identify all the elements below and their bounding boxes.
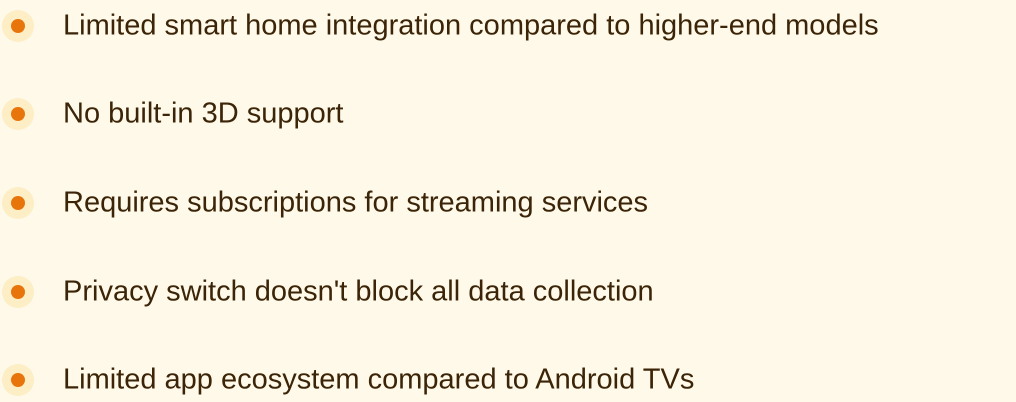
bullet-dot-icon: [2, 10, 34, 42]
list-item-text: Privacy switch doesn't block all data co…: [63, 275, 654, 308]
bullet-dot-icon: [2, 187, 34, 219]
list-item-text: Limited smart home integration compared …: [63, 9, 879, 42]
bullet-dot-icon: [2, 98, 34, 130]
bullet-dot-icon: [2, 364, 34, 396]
list-item-text: No built-in 3D support: [63, 97, 344, 130]
cons-list: Limited smart home integration compared …: [0, 0, 1016, 396]
bullet-dot-icon: [2, 276, 34, 308]
list-item-text: Limited app ecosystem compared to Androi…: [63, 363, 695, 396]
list-item-text: Requires subscriptions for streaming ser…: [63, 186, 649, 219]
